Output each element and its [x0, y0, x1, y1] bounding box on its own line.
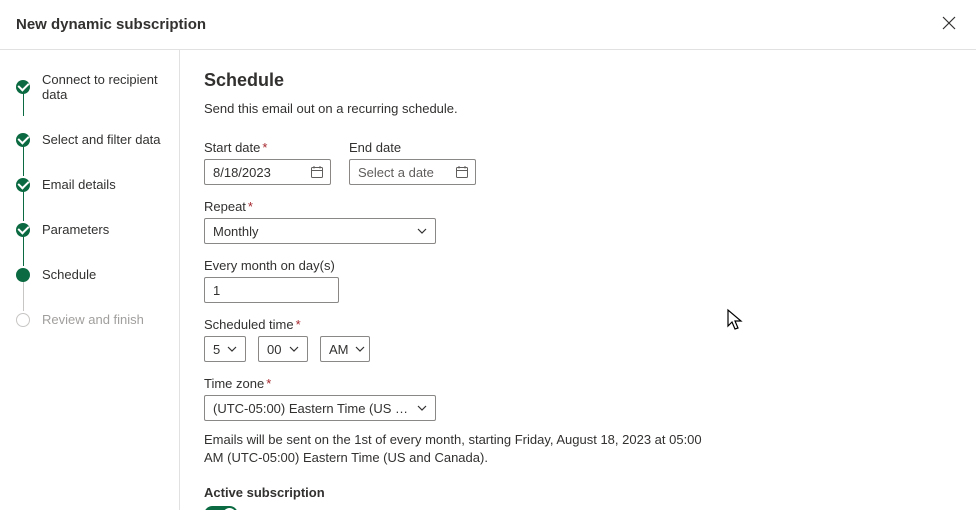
days-input[interactable]: [204, 277, 339, 303]
end-date-label: End date: [349, 140, 476, 155]
chevron-down-icon: [417, 228, 427, 234]
step-email-details[interactable]: Email details: [0, 173, 179, 196]
end-date-input[interactable]: [349, 159, 476, 185]
wizard-steps: Connect to recipient data Select and fil…: [0, 50, 180, 510]
check-icon: [16, 178, 30, 192]
step-label: Select and filter data: [42, 132, 161, 147]
page-description: Send this email out on a recurring sched…: [204, 101, 952, 116]
step-label: Connect to recipient data: [42, 72, 179, 102]
step-schedule[interactable]: Schedule: [0, 263, 179, 286]
step-label: Parameters: [42, 222, 109, 237]
main-panel: Schedule Send this email out on a recurr…: [180, 50, 976, 510]
chevron-down-icon: [289, 346, 299, 352]
calendar-icon: [310, 165, 324, 179]
repeat-value: Monthly: [213, 224, 259, 239]
close-icon: [942, 16, 956, 30]
start-date-field[interactable]: [211, 164, 306, 181]
step-label: Review and finish: [42, 312, 144, 327]
step-parameters[interactable]: Parameters: [0, 218, 179, 241]
days-field[interactable]: [211, 282, 332, 299]
minute-select[interactable]: 00: [258, 336, 308, 362]
active-subscription-toggle[interactable]: [204, 506, 238, 510]
step-label: Email details: [42, 177, 116, 192]
chevron-down-icon: [227, 346, 237, 352]
current-step-icon: [16, 268, 30, 282]
check-icon: [16, 133, 30, 147]
start-date-input[interactable]: [204, 159, 331, 185]
check-icon: [16, 223, 30, 237]
chevron-down-icon: [417, 405, 427, 411]
hour-value: 5: [213, 342, 220, 357]
timezone-label: Time zone*: [204, 376, 952, 391]
active-subscription-label: Active subscription: [204, 485, 952, 500]
close-button[interactable]: [938, 12, 960, 37]
ampm-select[interactable]: AM: [320, 336, 370, 362]
scheduled-time-label: Scheduled time*: [204, 317, 952, 332]
days-label: Every month on day(s): [204, 258, 952, 273]
timezone-select[interactable]: (UTC-05:00) Eastern Time (US and Canada): [204, 395, 436, 421]
dialog-title: New dynamic subscription: [16, 16, 206, 33]
repeat-label: Repeat*: [204, 199, 952, 214]
timezone-value: (UTC-05:00) Eastern Time (US and Canada): [213, 401, 411, 416]
end-date-field[interactable]: [356, 164, 451, 181]
calendar-icon: [455, 165, 469, 179]
start-date-label: Start date*: [204, 140, 331, 155]
future-step-icon: [16, 313, 30, 327]
chevron-down-icon: [355, 346, 365, 352]
hour-select[interactable]: 5: [204, 336, 246, 362]
step-label: Schedule: [42, 267, 96, 282]
step-review-finish[interactable]: Review and finish: [0, 308, 179, 331]
schedule-summary: Emails will be sent on the 1st of every …: [204, 431, 724, 467]
dialog-header: New dynamic subscription: [0, 0, 976, 50]
page-title: Schedule: [204, 70, 952, 91]
ampm-value: AM: [329, 342, 349, 357]
minute-value: 00: [267, 342, 281, 357]
step-select-filter[interactable]: Select and filter data: [0, 128, 179, 151]
repeat-select[interactable]: Monthly: [204, 218, 436, 244]
step-connect-recipient[interactable]: Connect to recipient data: [0, 68, 179, 106]
check-icon: [16, 80, 30, 94]
